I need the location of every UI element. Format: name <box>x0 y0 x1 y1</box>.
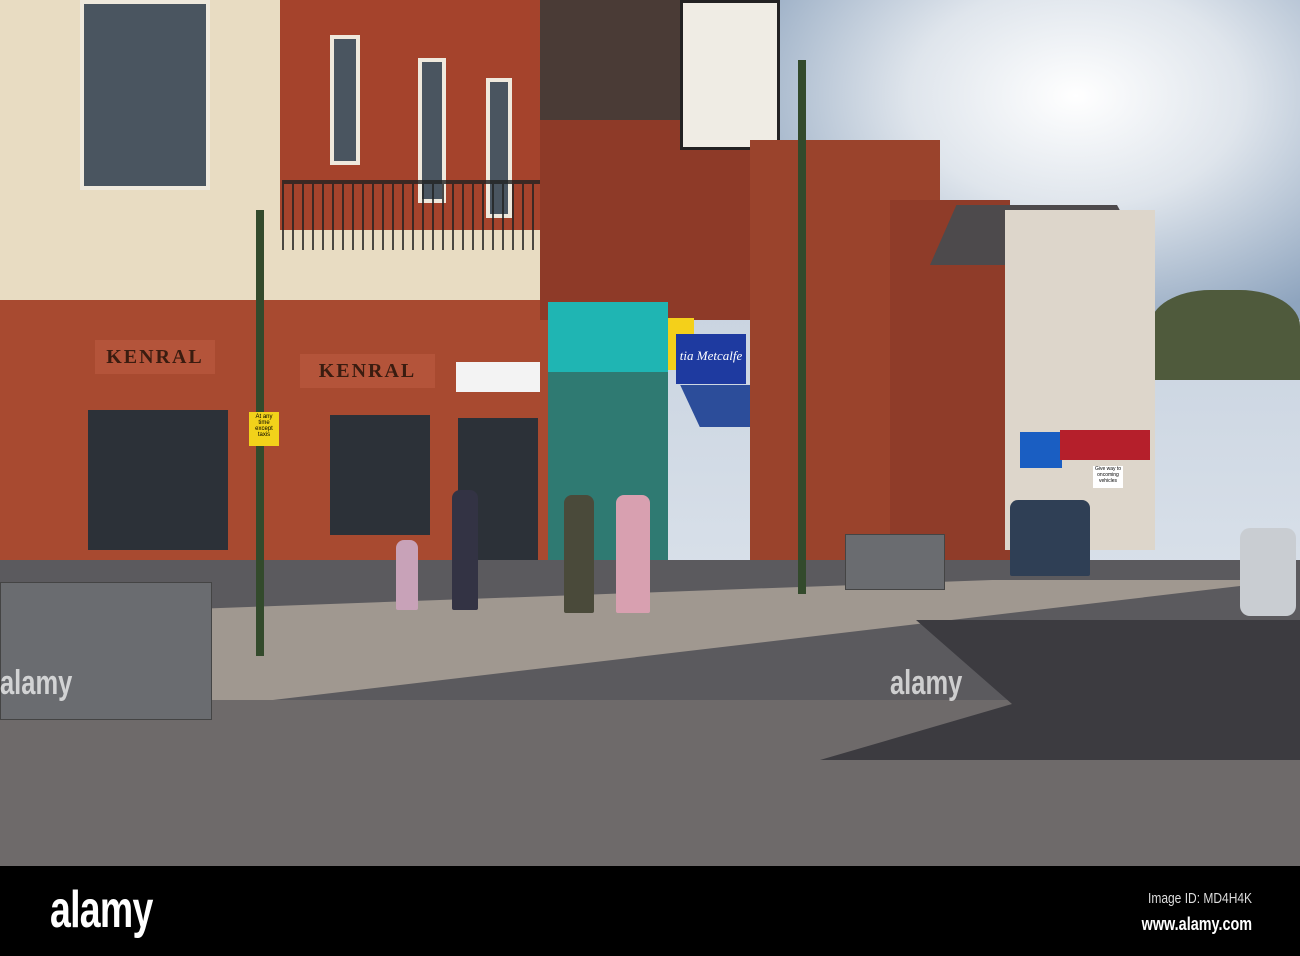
bay-window <box>80 0 210 190</box>
distant-hills <box>1150 290 1300 380</box>
parked-car <box>1240 528 1296 616</box>
pedestrian <box>452 490 478 610</box>
watermark: alamy <box>0 664 73 702</box>
blue-shop-sign <box>1020 432 1062 468</box>
shop-window <box>330 415 430 535</box>
window <box>330 35 360 165</box>
image-id: Image ID: MD4H4K <box>1147 890 1252 907</box>
red-shop-sign <box>1060 430 1150 460</box>
site-url: www.alamy.com <box>1141 914 1252 934</box>
alamy-logo: alamy <box>50 881 153 939</box>
granite-planter <box>845 534 945 590</box>
lamp-post <box>798 60 806 594</box>
watermark: alamy <box>890 664 963 702</box>
tudor-gable <box>680 0 780 150</box>
pedestrian <box>564 495 594 613</box>
tv-shop-sign <box>456 362 540 392</box>
taxi-sign: At any time except taxis <box>249 412 279 446</box>
kenral-sign: KENRAL <box>300 354 435 388</box>
give-way-sign: Give way to oncoming vehicles <box>1093 466 1123 488</box>
metcalfe-sign: tia Metcalfe <box>676 334 746 384</box>
pedestrian <box>616 495 650 613</box>
child <box>396 540 418 610</box>
footer-bar <box>0 866 1300 956</box>
ee-shop-fascia <box>548 302 668 372</box>
street-photo: KENRAL KENRAL EE tia Metcalfe Give way t… <box>0 0 1300 866</box>
pedestrians-group <box>1010 500 1090 576</box>
shop-window <box>88 410 228 550</box>
kenral-sign: KENRAL <box>95 340 215 374</box>
white-building <box>1005 210 1155 550</box>
